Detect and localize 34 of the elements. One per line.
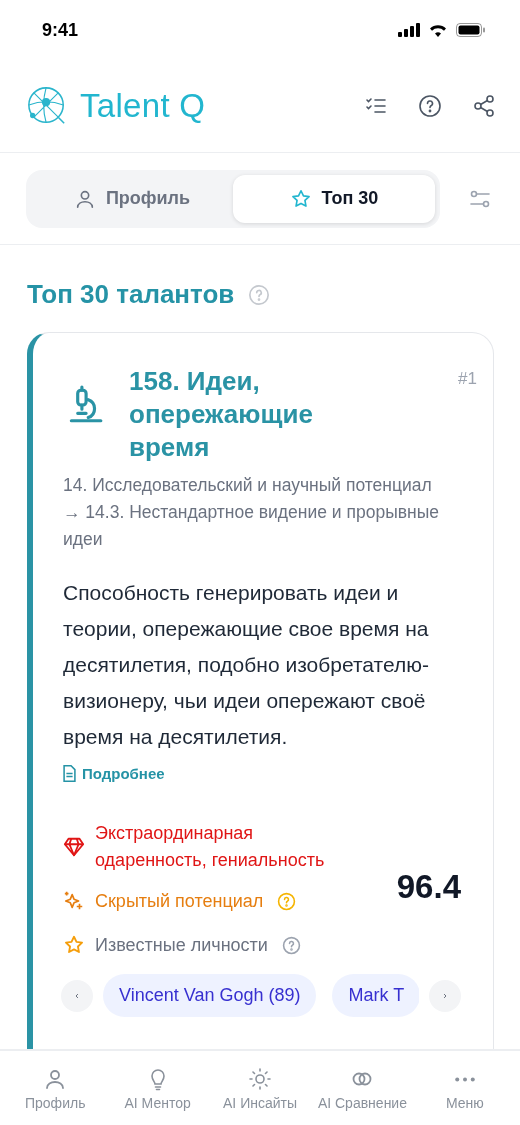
sparkles-icon [63,890,85,912]
help-icon[interactable] [418,94,442,118]
share-icon[interactable] [472,94,496,118]
talent-score: 96.4 [396,868,461,906]
nav-item[interactable]: Меню [413,1051,517,1125]
talent-title: 158. Идеи, опережающие время [129,365,314,464]
logo-icon [26,85,68,127]
signal-icon [398,23,420,37]
nav-item[interactable]: AI Ментор [106,1051,209,1125]
more-icon [454,1077,475,1082]
category-path: 14. Исследовательский и научный потенциал → 14.3. Нестандартное видение и прорывные идеи [63,474,440,551]
nav-item[interactable]: AI Сравнение [311,1051,414,1125]
person-chip[interactable]: Mark T [332,974,419,1017]
tab[interactable]: Топ 30 [233,174,435,223]
potential-label: Скрытый потенциал [95,890,264,912]
talent-description: Способность генерировать идеи и теории, опережающие свое время на десятилетия, подобно изобретателю-визионеру, чьи идеи опережают своё время на десятилетия. [63,580,430,750]
status-time: 9:41 [42,19,79,41]
rank-label: #1 [458,369,477,389]
nav-item[interactable]: AI Инсайты [208,1051,312,1125]
brand-name: Talent Q [80,87,206,125]
tab[interactable]: Профиль [31,174,233,223]
more-link[interactable]: Подробнее [63,765,165,782]
document-icon [63,765,76,782]
nav-item[interactable]: Профиль [4,1051,107,1125]
sun-icon [248,1067,272,1091]
level-label: Экстраординарная одаренность, гениальность [95,822,326,872]
wifi-icon [428,23,448,37]
person-chip[interactable]: Vincent Van Gogh (89) [103,974,317,1017]
page-title: Топ 30 талантов [27,279,235,310]
diamond-icon [63,836,85,858]
star-icon [63,934,85,956]
star-icon [289,187,312,210]
section-label: Известные личности [95,934,268,956]
battery-icon [456,23,486,37]
